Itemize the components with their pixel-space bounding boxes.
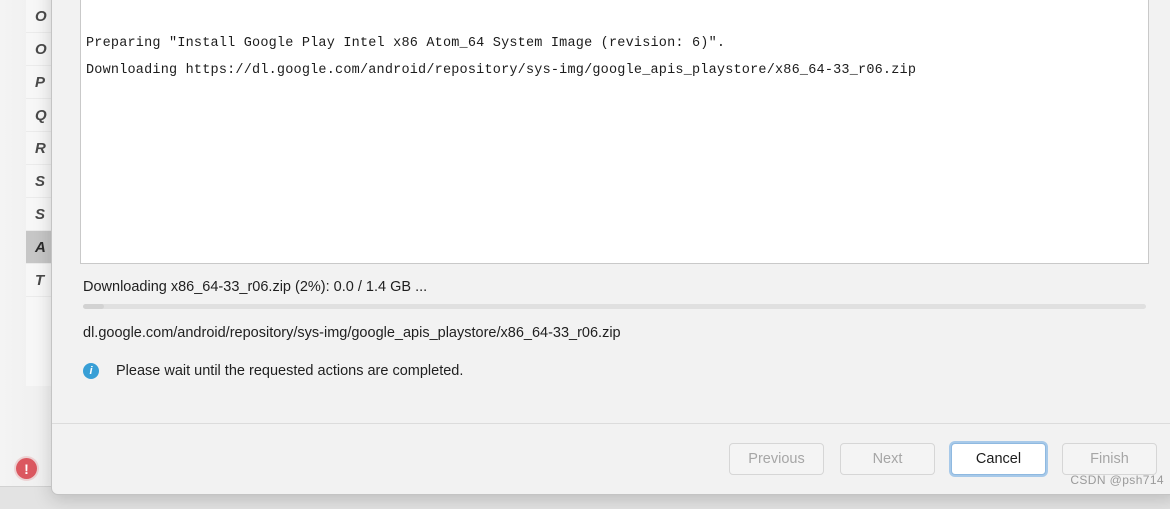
sidebar-item-label: S [35,173,46,190]
sidebar-item-label: O [35,8,47,25]
wait-notice-text: Please wait until the requested actions … [116,363,464,379]
error-exclamation-icon[interactable]: ! [16,458,37,479]
cancel-button[interactable]: Cancel [951,443,1046,475]
sidebar-item-label: O [35,41,47,58]
download-progress-bar [83,304,1146,309]
cancel-button-label: Cancel [975,451,1022,467]
watermark: CSDN @psh714 [1070,473,1164,487]
dialog-body: Preparing "Install Google Play Intel x86… [52,0,1170,423]
dialog-button-bar: Previous Next Cancel Finish [52,423,1170,494]
download-progress-fill [83,304,105,309]
next-button-label: Next [872,451,903,467]
console-output-pane[interactable]: Preparing "Install Google Play Intel x86… [80,0,1149,264]
wait-notice-row: i Please wait until the requested action… [83,363,1149,379]
finish-button[interactable]: Finish [1062,443,1157,475]
sidebar-item-label: A [35,239,46,256]
console-line-1: Downloading https://dl.google.com/androi… [86,63,917,78]
sidebar-item-label: R [35,140,46,157]
finish-button-label: Finish [1090,451,1129,467]
sidebar-item-label: Q [35,107,47,124]
previous-button[interactable]: Previous [729,443,824,475]
sidebar-item-label: P [35,74,46,91]
console-line-0: Preparing "Install Google Play Intel x86… [86,36,726,51]
sidebar-item-label: T [35,272,45,289]
info-icon: i [83,363,99,379]
sidebar-item-label: S [35,206,46,223]
previous-button-label: Previous [748,451,805,467]
download-status-text: Downloading x86_64-33_r06.zip (2%): 0.0 … [83,279,428,295]
next-button[interactable]: Next [840,443,935,475]
error-badge-glyph: ! [24,460,29,477]
sdk-component-installer-dialog: Preparing "Install Google Play Intel x86… [51,0,1170,495]
info-icon-glyph: i [89,364,93,377]
download-url-text: dl.google.com/android/repository/sys-img… [83,325,621,341]
